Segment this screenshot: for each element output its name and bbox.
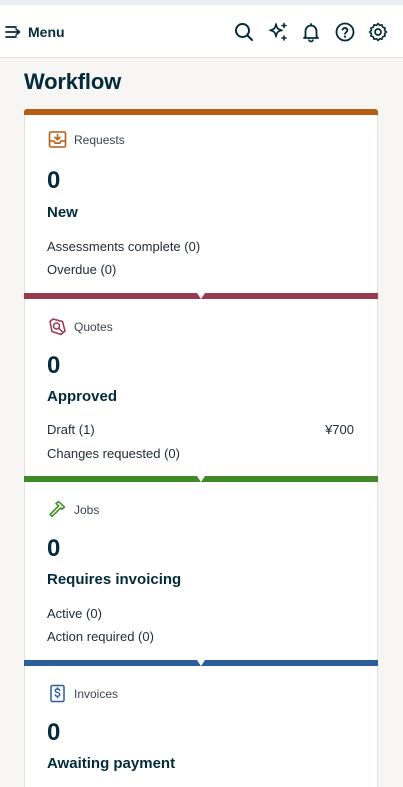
menu-label: Menu (28, 24, 65, 40)
jobs-label: Jobs (74, 502, 100, 517)
help-icon[interactable] (334, 21, 356, 43)
requests-color-bar (24, 109, 378, 115)
quotes-card[interactable]: Quotes 0 Approved Draft (1) ¥700 Changes… (24, 293, 378, 476)
requests-card[interactable]: Requests 0 New Assessments complete (0) … (24, 109, 378, 293)
bell-icon[interactable] (300, 21, 322, 43)
requests-overdue[interactable]: Overdue (0) (47, 262, 116, 277)
invoices-header[interactable]: Invoices (48, 684, 118, 703)
jobs-status: Requires invoicing (47, 571, 182, 588)
quotes-count: 0 (47, 352, 61, 379)
top-bar: Menu (0, 5, 403, 58)
invoices-color-bar (24, 660, 378, 666)
jobs-count: 0 (47, 535, 61, 562)
jobs-header[interactable]: Jobs (48, 500, 99, 519)
gear-icon[interactable] (367, 21, 389, 43)
quotes-status: Approved (47, 388, 118, 405)
jobs-color-bar (24, 476, 378, 482)
jobs-active[interactable]: Active (0) (47, 606, 102, 621)
page-title: Workflow (24, 69, 121, 94)
invoices-card[interactable]: Invoices 0 Awaiting payment (24, 660, 378, 787)
quotes-draft[interactable]: Draft (1) (47, 422, 95, 437)
requests-header[interactable]: Requests (48, 130, 125, 149)
requests-count: 0 (47, 167, 61, 194)
jobs-action-required[interactable]: Action required (0) (47, 629, 154, 644)
jobs-card[interactable]: Jobs 0 Requires invoicing Active (0) Act… (24, 476, 378, 660)
invoices-status: Awaiting payment (47, 755, 176, 772)
menu-icon (5, 26, 21, 38)
search-icon[interactable] (233, 21, 255, 43)
requests-label: Requests (74, 132, 125, 147)
inbox-download-icon (48, 131, 67, 148)
quotes-changes-requested[interactable]: Changes requested (0) (47, 446, 180, 461)
requests-status: New (47, 204, 78, 221)
quotes-header[interactable]: Quotes (48, 317, 113, 336)
quote-tag-icon (49, 318, 66, 336)
invoice-dollar-icon (50, 684, 65, 703)
quotes-label: Quotes (74, 319, 113, 334)
quotes-draft-amount: ¥700 (325, 422, 354, 437)
requests-assessments-complete[interactable]: Assessments complete (0) (47, 239, 200, 254)
sparkles-icon[interactable] (267, 21, 289, 43)
invoices-count: 0 (47, 719, 61, 746)
quotes-color-bar (24, 293, 378, 299)
hammer-icon (49, 500, 66, 518)
invoices-label: Invoices (74, 686, 119, 701)
menu-button[interactable]: Menu (5, 22, 65, 42)
